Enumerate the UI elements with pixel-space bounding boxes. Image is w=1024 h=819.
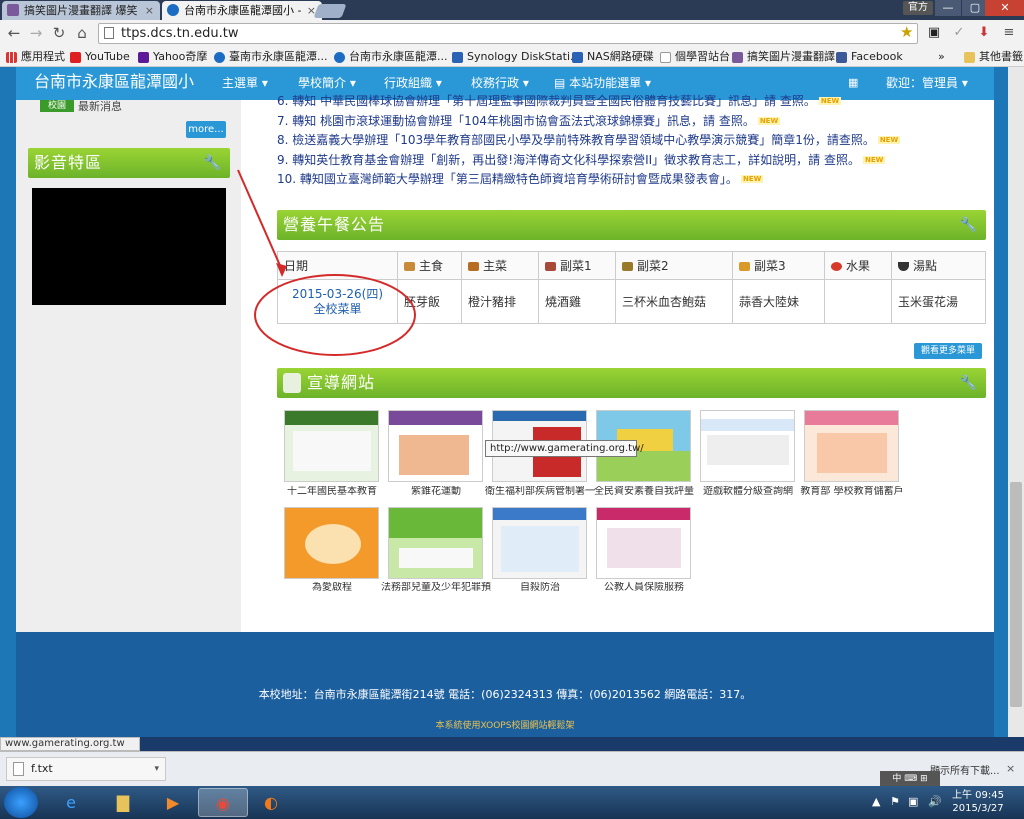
network-icon[interactable]: ▣ [908,795,918,808]
browser-toolbar: ← → ↻ ⌂ ttps.dcs.tn.edu.tw ★ ▣ ✓ ⬇ ≡ [0,20,1024,47]
bookmark-school-2[interactable]: 台南市永康區龍潭... [334,49,448,65]
facebook-icon [836,52,847,63]
bookmark-study[interactable]: 個學習站台 [660,49,730,65]
explorer-folder-icon[interactable]: ▇ [98,788,148,817]
tray-arrow-icon[interactable]: ▲ [872,795,880,808]
close-window-button[interactable]: ✕ [985,0,1024,16]
tab-school[interactable]: 台南市永康區龍潭國小 - × [162,1,322,20]
windows-taskbar: e ▇ ▶ ◉ ◐ ▲ ⚑ ▣ 🔊 上午 09:45 2015/3/27 [0,786,1024,819]
download-item[interactable]: f.txt ▾ [6,757,166,781]
bookmark-label: YouTube [85,50,130,63]
bookmark-label: Synology DiskStati... [467,50,581,63]
bookmarks-more-button[interactable]: » [938,49,945,65]
clock-time: 上午 09:45 [952,790,1004,801]
ie-icon[interactable]: e [46,788,96,817]
footer-powered[interactable]: 本系統使用XOOPS校園網站輕鬆架 [16,718,994,731]
media-player-icon[interactable]: ▶ [148,788,198,817]
bookmark-yahoo[interactable]: Yahoo奇摩 [138,49,207,65]
download-bar: f.txt ▾ 顯示所有下載... × [0,751,1024,786]
page-viewport: 台南市永康區龍潭國小 主選單 ▾ 學校簡介 ▾ 行政組織 ▾ 校務行政 ▾ ▤ … [0,67,1008,737]
start-button[interactable] [4,787,38,818]
bookmarks-bar: 應用程式 YouTube Yahoo奇摩 臺南市永康區龍潭... 台南市永康區龍… [0,47,1024,67]
forward-icon[interactable]: → [27,24,45,42]
site-footer: 本校地址：台南市永康區龍潭街214號 電話：(06)2324313 傳真：(06… [16,632,994,737]
menu-icon[interactable]: ≡ [1000,24,1018,42]
ime-toolbar[interactable]: 中 ⌨ ⊞ [880,771,940,787]
firefox-icon[interactable]: ◐ [246,788,296,817]
tab-close-icon[interactable]: × [145,1,154,20]
new-tab-button[interactable] [313,4,347,18]
system-clock[interactable]: 上午 09:45 2015/3/27 [948,789,1008,815]
chrome-icon[interactable]: ◉ [198,788,248,817]
youtube-icon [70,52,81,63]
bookmark-label: 個學習站台 [675,50,730,63]
synology-icon [452,52,463,63]
globe-icon [214,52,225,63]
tab-label: 台南市永康區龍潭國小 - [184,4,302,17]
bookmark-nas[interactable]: NAS網路硬碟 [572,49,654,65]
footer-address: 本校地址：台南市永康區龍潭街214號 電話：(06)2324313 傳真：(06… [258,688,752,701]
annotation-arrow [237,169,283,271]
bookmark-label: 台南市永康區龍潭... [349,50,448,63]
bookmark-comics[interactable]: 搞笑圖片漫畫翻譯 [732,49,835,65]
scroll-thumb[interactable] [1010,482,1022,707]
page-scrollbar[interactable] [1008,67,1024,737]
bookmark-label: NAS網路硬碟 [587,50,654,63]
bookmark-apps[interactable]: 應用程式 [6,49,65,65]
bookmark-facebook[interactable]: Facebook [836,49,903,65]
show-all-downloads-link[interactable]: 顯示所有下載... [930,762,1000,777]
synology-icon [572,52,583,63]
bookmark-other-folder[interactable]: 其他書籤 [964,49,1023,65]
bookmark-star-icon[interactable]: ★ [900,23,913,41]
annotation-arrowhead [276,263,287,277]
bookmark-label: Yahoo奇摩 [153,50,208,63]
profile-button[interactable]: 官方 [903,1,933,15]
school-favicon-icon [167,4,179,16]
yahoo-icon [138,52,149,63]
check-icon[interactable]: ✓ [950,24,968,42]
minimize-button[interactable]: — [935,0,961,16]
apps-icon [6,52,17,63]
volume-icon[interactable]: 🔊 [928,795,942,808]
bookmark-label: 其他書籤 [979,50,1023,63]
page-icon [660,52,671,63]
chevron-down-icon[interactable]: ▾ [154,758,159,780]
comics-favicon-icon [7,4,19,16]
address-bar[interactable]: ttps.dcs.tn.edu.tw [98,23,918,44]
bookmark-school-1[interactable]: 臺南市永康區龍潭... [214,49,328,65]
folder-icon [964,52,975,63]
bookmark-synology[interactable]: Synology DiskStati... [452,49,581,65]
bookmark-label: Facebook [851,50,903,63]
tab-comics[interactable]: 搞笑圖片漫畫翻譯 爆笑 × [2,1,160,20]
extension-icon[interactable]: ▣ [925,24,943,42]
reload-icon[interactable]: ↻ [50,24,68,42]
globe-icon [334,52,345,63]
tab-label: 搞笑圖片漫畫翻譯 爆笑 [24,4,138,17]
url-text: ttps.dcs.tn.edu.tw [121,26,239,41]
back-icon[interactable]: ← [5,24,23,42]
download-filename: f.txt [31,762,53,775]
bookmark-label: 應用程式 [21,50,65,63]
home-icon[interactable]: ⌂ [73,24,91,42]
flag-icon[interactable]: ⚑ [890,795,900,808]
annotation-circle [254,274,416,356]
bookmark-label: 臺南市永康區龍潭... [229,50,328,63]
clock-date: 2015/3/27 [952,803,1004,814]
status-url: www.gamerating.org.tw [0,737,140,751]
download-bar-close-icon[interactable]: × [1006,762,1015,775]
file-icon [13,762,24,776]
bookmark-youtube[interactable]: YouTube [70,49,130,65]
comics-icon [732,52,743,63]
page-icon [104,27,114,39]
bookmark-label: 搞笑圖片漫畫翻譯 [747,50,835,63]
download-arrow-icon[interactable]: ⬇ [975,24,993,42]
tab-strip: 搞笑圖片漫畫翻譯 爆笑 × 台南市永康區龍潭國小 - × 官方 — ▢ ✕ [0,0,1024,20]
